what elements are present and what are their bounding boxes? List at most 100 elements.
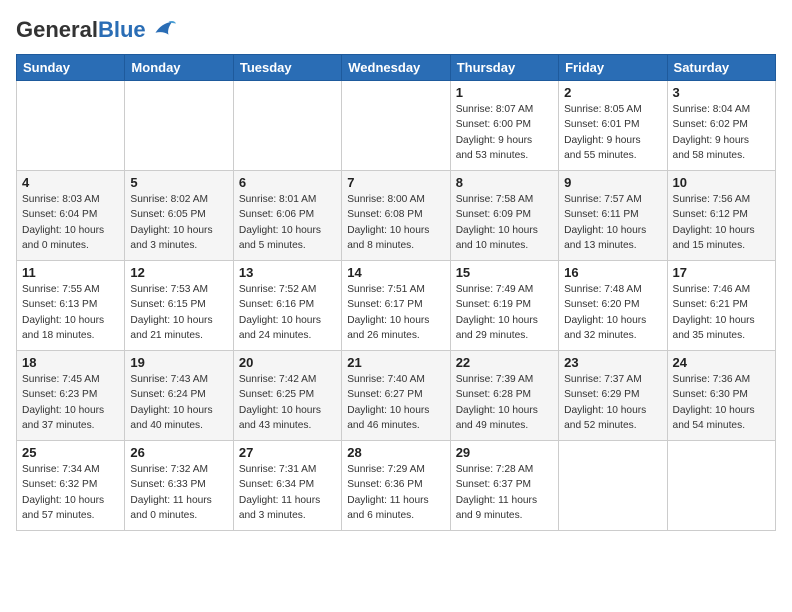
- day-number: 14: [347, 265, 444, 280]
- day-number: 20: [239, 355, 336, 370]
- calendar-week-row: 11 Sunrise: 7:55 AM Sunset: 6:13 PM Dayli…: [17, 261, 776, 351]
- day-number: 27: [239, 445, 336, 460]
- day-info: Sunrise: 7:34 AM Sunset: 6:32 PM Dayligh…: [22, 462, 119, 523]
- day-info: Sunrise: 7:31 AM Sunset: 6:34 PM Dayligh…: [239, 462, 336, 523]
- calendar-day-cell: [667, 441, 775, 531]
- day-info: Sunrise: 7:39 AM Sunset: 6:28 PM Dayligh…: [456, 372, 553, 433]
- logo: GeneralBlue: [16, 16, 176, 44]
- day-info: Sunrise: 7:40 AM Sunset: 6:27 PM Dayligh…: [347, 372, 444, 433]
- calendar-day-cell: 18 Sunrise: 7:45 AM Sunset: 6:23 PM Dayli…: [17, 351, 125, 441]
- day-info: Sunrise: 7:49 AM Sunset: 6:19 PM Dayligh…: [456, 282, 553, 343]
- day-info: Sunrise: 7:42 AM Sunset: 6:25 PM Dayligh…: [239, 372, 336, 433]
- calendar-header-thursday: Thursday: [450, 55, 558, 81]
- day-number: 4: [22, 175, 119, 190]
- calendar-day-cell: [17, 81, 125, 171]
- day-number: 24: [673, 355, 770, 370]
- day-number: 26: [130, 445, 227, 460]
- day-info: Sunrise: 7:28 AM Sunset: 6:37 PM Dayligh…: [456, 462, 553, 523]
- day-number: 2: [564, 85, 661, 100]
- calendar-day-cell: 29 Sunrise: 7:28 AM Sunset: 6:37 PM Dayli…: [450, 441, 558, 531]
- day-number: 16: [564, 265, 661, 280]
- calendar-day-cell: 7 Sunrise: 8:00 AM Sunset: 6:08 PM Daylig…: [342, 171, 450, 261]
- calendar-day-cell: 25Sunrise: 7:34 AM Sunset: 6:32 PM Dayli…: [17, 441, 125, 531]
- day-number: 29: [456, 445, 553, 460]
- day-number: 17: [673, 265, 770, 280]
- day-info: Sunrise: 7:56 AM Sunset: 6:12 PM Dayligh…: [673, 192, 770, 253]
- calendar-day-cell: 12 Sunrise: 7:53 AM Sunset: 6:15 PM Dayli…: [125, 261, 233, 351]
- day-number: 6: [239, 175, 336, 190]
- day-number: 12: [130, 265, 227, 280]
- calendar-day-cell: 1 Sunrise: 8:07 AM Sunset: 6:00 PM Daylig…: [450, 81, 558, 171]
- calendar-day-cell: 5 Sunrise: 8:02 AM Sunset: 6:05 PM Daylig…: [125, 171, 233, 261]
- day-number: 19: [130, 355, 227, 370]
- day-number: 21: [347, 355, 444, 370]
- day-number: 7: [347, 175, 444, 190]
- calendar-day-cell: [125, 81, 233, 171]
- day-info: Sunrise: 8:02 AM Sunset: 6:05 PM Dayligh…: [130, 192, 227, 253]
- day-info: Sunrise: 8:07 AM Sunset: 6:00 PM Dayligh…: [456, 102, 553, 163]
- calendar-day-cell: [342, 81, 450, 171]
- calendar-day-cell: 9 Sunrise: 7:57 AM Sunset: 6:11 PM Daylig…: [559, 171, 667, 261]
- calendar-day-cell: 11 Sunrise: 7:55 AM Sunset: 6:13 PM Dayli…: [17, 261, 125, 351]
- day-info: Sunrise: 7:55 AM Sunset: 6:13 PM Dayligh…: [22, 282, 119, 343]
- calendar-header-row: SundayMondayTuesdayWednesdayThursdayFrid…: [17, 55, 776, 81]
- day-info: Sunrise: 7:43 AM Sunset: 6:24 PM Dayligh…: [130, 372, 227, 433]
- calendar-day-cell: 22 Sunrise: 7:39 AM Sunset: 6:28 PM Dayli…: [450, 351, 558, 441]
- calendar-day-cell: 17 Sunrise: 7:46 AM Sunset: 6:21 PM Dayli…: [667, 261, 775, 351]
- day-number: 10: [673, 175, 770, 190]
- day-number: 15: [456, 265, 553, 280]
- day-info: Sunrise: 8:00 AM Sunset: 6:08 PM Dayligh…: [347, 192, 444, 253]
- day-number: 11: [22, 265, 119, 280]
- day-info: Sunrise: 7:29 AM Sunset: 6:36 PM Dayligh…: [347, 462, 444, 523]
- day-info: Sunrise: 8:04 AM Sunset: 6:02 PM Dayligh…: [673, 102, 770, 163]
- day-number: 1: [456, 85, 553, 100]
- calendar-header-saturday: Saturday: [667, 55, 775, 81]
- day-info: Sunrise: 7:37 AM Sunset: 6:29 PM Dayligh…: [564, 372, 661, 433]
- day-info: Sunrise: 8:03 AM Sunset: 6:04 PM Dayligh…: [22, 192, 119, 253]
- calendar-week-row: 4 Sunrise: 8:03 AM Sunset: 6:04 PM Daylig…: [17, 171, 776, 261]
- day-info: Sunrise: 7:51 AM Sunset: 6:17 PM Dayligh…: [347, 282, 444, 343]
- day-info: Sunrise: 7:32 AM Sunset: 6:33 PM Dayligh…: [130, 462, 227, 523]
- day-info: Sunrise: 7:36 AM Sunset: 6:30 PM Dayligh…: [673, 372, 770, 433]
- calendar-header-friday: Friday: [559, 55, 667, 81]
- calendar-day-cell: 24 Sunrise: 7:36 AM Sunset: 6:30 PM Dayli…: [667, 351, 775, 441]
- logo-bird-icon: [148, 16, 176, 44]
- calendar-day-cell: 20 Sunrise: 7:42 AM Sunset: 6:25 PM Dayli…: [233, 351, 341, 441]
- calendar-day-cell: 2 Sunrise: 8:05 AM Sunset: 6:01 PM Daylig…: [559, 81, 667, 171]
- day-number: 9: [564, 175, 661, 190]
- day-info: Sunrise: 8:05 AM Sunset: 6:01 PM Dayligh…: [564, 102, 661, 163]
- calendar-day-cell: 13 Sunrise: 7:52 AM Sunset: 6:16 PM Dayli…: [233, 261, 341, 351]
- day-info: Sunrise: 7:53 AM Sunset: 6:15 PM Dayligh…: [130, 282, 227, 343]
- calendar-day-cell: 26 Sunrise: 7:32 AM Sunset: 6:33 PM Dayli…: [125, 441, 233, 531]
- calendar-day-cell: 15 Sunrise: 7:49 AM Sunset: 6:19 PM Dayli…: [450, 261, 558, 351]
- calendar-day-cell: 28Sunrise: 7:29 AM Sunset: 6:36 PM Dayli…: [342, 441, 450, 531]
- calendar-week-row: 25Sunrise: 7:34 AM Sunset: 6:32 PM Dayli…: [17, 441, 776, 531]
- calendar-day-cell: 23Sunrise: 7:37 AM Sunset: 6:29 PM Dayli…: [559, 351, 667, 441]
- logo-general: General: [16, 17, 98, 42]
- day-info: Sunrise: 7:52 AM Sunset: 6:16 PM Dayligh…: [239, 282, 336, 343]
- day-number: 5: [130, 175, 227, 190]
- day-info: Sunrise: 7:46 AM Sunset: 6:21 PM Dayligh…: [673, 282, 770, 343]
- calendar-table: SundayMondayTuesdayWednesdayThursdayFrid…: [16, 54, 776, 531]
- calendar-day-cell: [233, 81, 341, 171]
- day-info: Sunrise: 8:01 AM Sunset: 6:06 PM Dayligh…: [239, 192, 336, 253]
- page-header: GeneralBlue: [16, 16, 776, 44]
- calendar-week-row: 18 Sunrise: 7:45 AM Sunset: 6:23 PM Dayli…: [17, 351, 776, 441]
- calendar-header-sunday: Sunday: [17, 55, 125, 81]
- day-number: 18: [22, 355, 119, 370]
- calendar-day-cell: 27 Sunrise: 7:31 AM Sunset: 6:34 PM Dayli…: [233, 441, 341, 531]
- calendar-day-cell: 21 Sunrise: 7:40 AM Sunset: 6:27 PM Dayli…: [342, 351, 450, 441]
- calendar-day-cell: 16 Sunrise: 7:48 AM Sunset: 6:20 PM Dayli…: [559, 261, 667, 351]
- day-number: 8: [456, 175, 553, 190]
- day-info: Sunrise: 7:45 AM Sunset: 6:23 PM Dayligh…: [22, 372, 119, 433]
- day-info: Sunrise: 7:58 AM Sunset: 6:09 PM Dayligh…: [456, 192, 553, 253]
- day-number: 13: [239, 265, 336, 280]
- day-number: 22: [456, 355, 553, 370]
- day-info: Sunrise: 7:57 AM Sunset: 6:11 PM Dayligh…: [564, 192, 661, 253]
- calendar-day-cell: 8 Sunrise: 7:58 AM Sunset: 6:09 PM Daylig…: [450, 171, 558, 261]
- calendar-week-row: 1 Sunrise: 8:07 AM Sunset: 6:00 PM Daylig…: [17, 81, 776, 171]
- day-number: 3: [673, 85, 770, 100]
- calendar-day-cell: 10 Sunrise: 7:56 AM Sunset: 6:12 PM Dayli…: [667, 171, 775, 261]
- calendar-header-tuesday: Tuesday: [233, 55, 341, 81]
- day-info: Sunrise: 7:48 AM Sunset: 6:20 PM Dayligh…: [564, 282, 661, 343]
